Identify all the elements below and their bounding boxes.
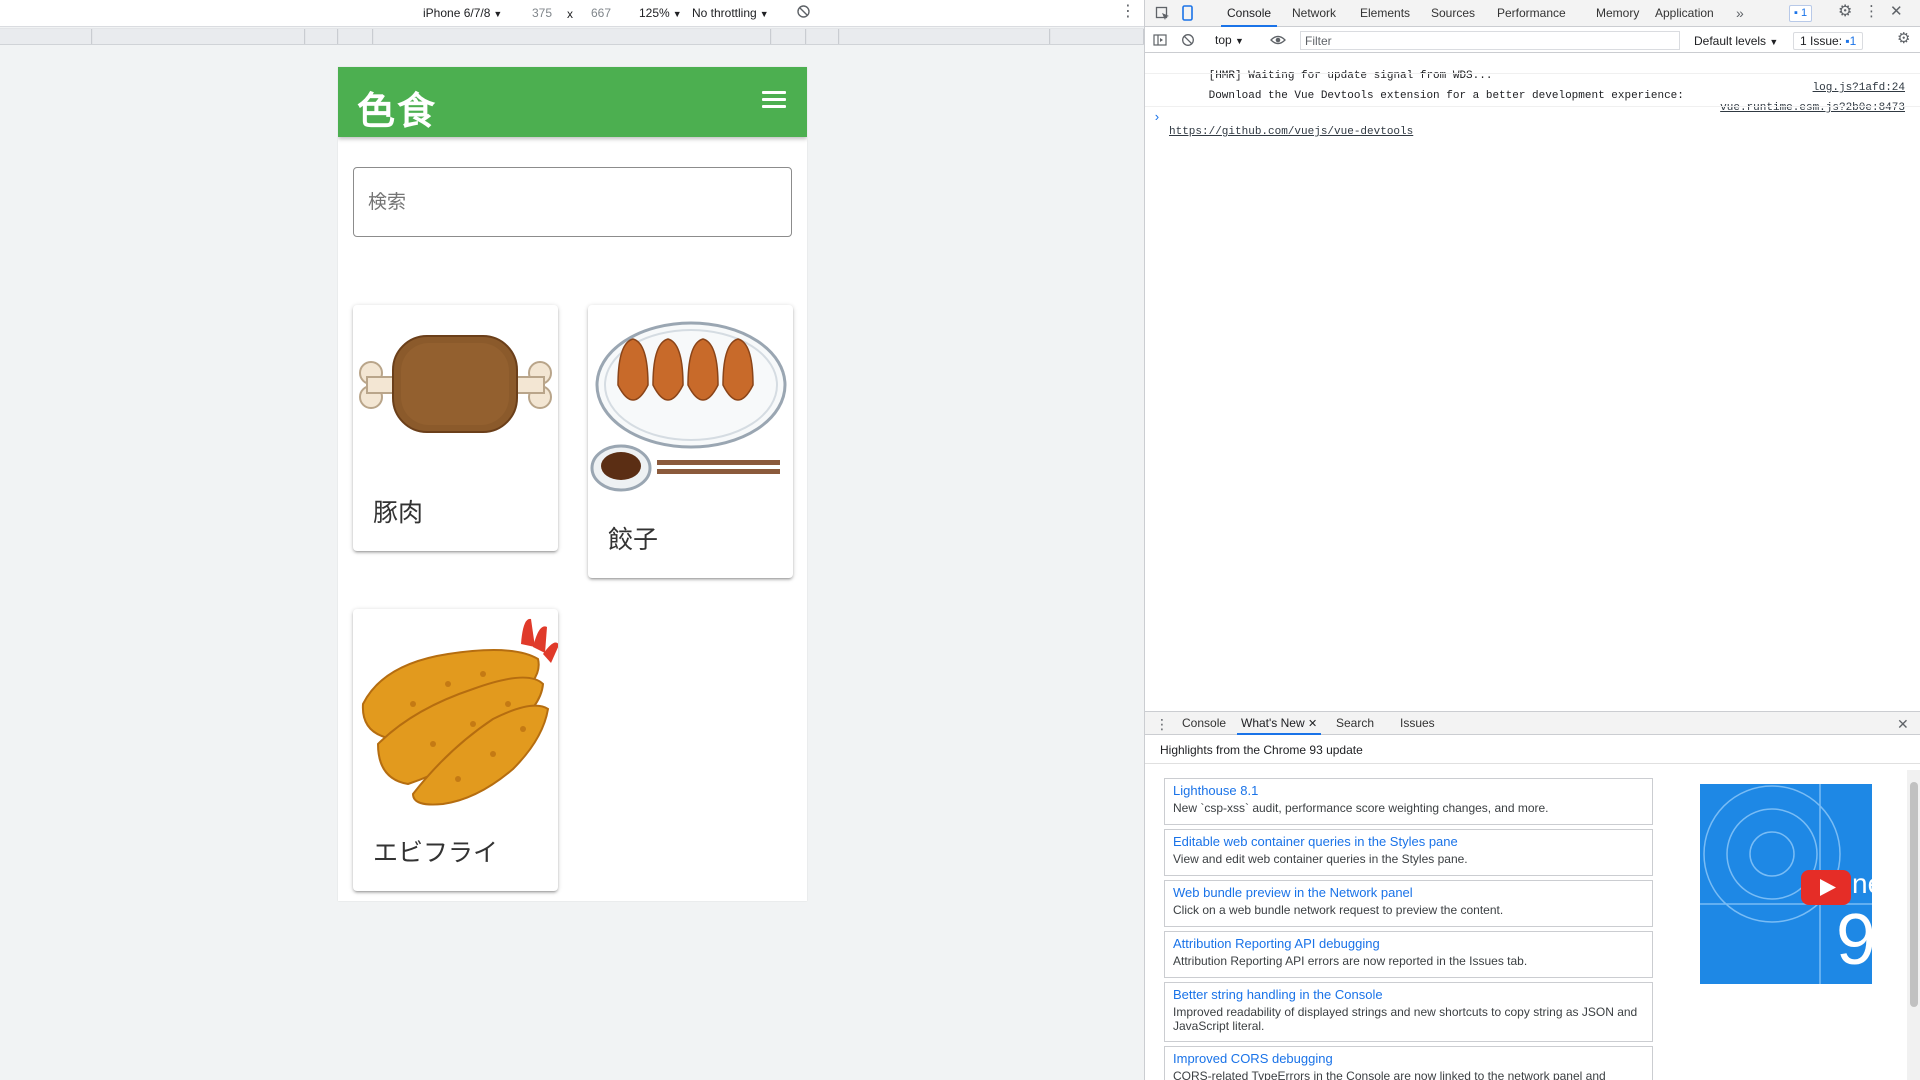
- zoom-select[interactable]: 125% ▼: [639, 6, 682, 20]
- whats-new-desc: Improved readability of displayed string…: [1173, 1005, 1638, 1033]
- console-prompt[interactable]: ›: [1153, 110, 1161, 125]
- search-input[interactable]: [353, 167, 792, 237]
- food-card-gyoza[interactable]: 餃子: [588, 305, 793, 578]
- hamburger-menu-icon[interactable]: [762, 91, 786, 111]
- console-source-link[interactable]: vue.runtime.esm.js?2b0e:8473: [1720, 102, 1905, 114]
- console-settings-gear-icon[interactable]: ⚙: [1897, 31, 1910, 46]
- whats-new-item[interactable]: Attribution Reporting API debugging Attr…: [1164, 931, 1653, 978]
- app-bar: 色食: [338, 67, 807, 137]
- food-card-pork[interactable]: 豚肉: [353, 305, 558, 551]
- whats-new-desc: New `csp-xss` audit, performance score w…: [1173, 801, 1549, 815]
- console-output: [HMR] Waiting for update signal from WDS…: [1145, 54, 1920, 709]
- console-toolbar: top ▼ Default levels ▼ 1 Issue: ▪1 ⚙: [1145, 28, 1920, 53]
- whats-new-title[interactable]: Web bundle preview in the Network panel: [1173, 885, 1644, 901]
- drawer-tab-bar: ⋮ Console What's New ✕ Search Issues ✕: [1145, 711, 1920, 735]
- devtools-panel: Console Network Elements Sources Perform…: [1144, 0, 1920, 1080]
- food-card-shrimp[interactable]: エビフライ: [353, 609, 558, 891]
- food-name: エビフライ: [373, 838, 499, 867]
- whats-new-title[interactable]: Lighthouse 8.1: [1173, 783, 1644, 799]
- message-icon: ▪: [1794, 7, 1798, 19]
- more-options-icon[interactable]: ⋮: [1120, 4, 1136, 20]
- whats-new-desc: CORS-related TypeErrors in the Console a…: [1173, 1069, 1606, 1080]
- device-toggle-icon[interactable]: [1180, 5, 1195, 23]
- tab-performance[interactable]: Performance: [1497, 0, 1566, 27]
- log-levels-select[interactable]: Default levels ▼: [1694, 34, 1778, 48]
- height-input[interactable]: 667: [581, 4, 621, 22]
- tab-memory[interactable]: Memory: [1596, 0, 1639, 27]
- close-tab-icon[interactable]: ✕: [1308, 718, 1317, 730]
- whats-new-desc: Click on a web bundle network request to…: [1173, 903, 1504, 917]
- dropdown-arrow-icon: ▼: [1769, 37, 1779, 47]
- scrollbar-thumb[interactable]: [1910, 782, 1918, 1007]
- app-title: 色食: [357, 91, 438, 133]
- issues-button[interactable]: 1 Issue: ▪1: [1793, 32, 1864, 50]
- dropdown-arrow-icon: ▼: [759, 9, 769, 19]
- whats-new-scrollbar[interactable]: [1907, 770, 1920, 1080]
- food-name: 餃子: [608, 525, 659, 554]
- customize-menu-icon[interactable]: ⋮: [1864, 4, 1879, 19]
- console-filter-input[interactable]: [1300, 31, 1680, 50]
- tab-sources[interactable]: Sources: [1431, 0, 1475, 27]
- drawer-tab-search[interactable]: Search: [1336, 712, 1374, 735]
- whats-new-title[interactable]: Better string handling in the Console: [1173, 987, 1644, 1003]
- times-sign: x: [567, 7, 573, 21]
- drawer-tab-console[interactable]: Console: [1182, 712, 1226, 735]
- food-name: 豚肉: [373, 498, 424, 527]
- whats-new-item[interactable]: Editable web container queries in the St…: [1164, 829, 1653, 876]
- fried-shrimp-icon: [361, 618, 558, 806]
- close-drawer-icon[interactable]: ✕: [1897, 717, 1909, 731]
- whats-new-header: Highlights from the Chrome 93 update: [1145, 736, 1920, 764]
- messages-badge[interactable]: ▪ 1: [1789, 5, 1813, 22]
- whats-new-title[interactable]: Editable web container queries in the St…: [1173, 834, 1644, 850]
- dropdown-arrow-icon: ▼: [1235, 36, 1244, 46]
- vue-devtools-link[interactable]: https://github.com/vuejs/vue-devtools: [1169, 126, 1413, 138]
- drawer-tab-whats-new[interactable]: What's New ✕: [1237, 712, 1322, 735]
- dropdown-arrow-icon: ▼: [672, 9, 682, 19]
- tab-application[interactable]: Application: [1655, 0, 1714, 27]
- settings-gear-icon[interactable]: ⚙: [1838, 4, 1852, 20]
- console-message: Download the Vue Devtools extension for …: [1169, 90, 1905, 138]
- whats-new-item[interactable]: Improved CORS debugging CORS-related Typ…: [1164, 1046, 1653, 1080]
- devtools-tab-bar: Console Network Elements Sources Perform…: [1145, 0, 1920, 27]
- whats-new-title[interactable]: Attribution Reporting API debugging: [1173, 936, 1644, 952]
- throttling-select[interactable]: No throttling ▼: [692, 6, 769, 20]
- pork-meat-icon: [359, 335, 552, 433]
- phone-viewport: 色食 豚肉: [338, 67, 807, 901]
- chrome-93-video-thumbnail[interactable]: ne 93: [1700, 784, 1872, 984]
- sidebar-toggle-icon[interactable]: [1153, 33, 1167, 49]
- close-devtools-icon[interactable]: ✕: [1890, 4, 1903, 19]
- more-tabs-icon[interactable]: »: [1736, 0, 1744, 27]
- drawer-menu-icon[interactable]: ⋮: [1155, 717, 1169, 731]
- tab-elements[interactable]: Elements: [1360, 0, 1410, 27]
- device-toolbar: iPhone 6/7/8 ▼ 375 x 667 125% ▼ No throttl…: [0, 0, 1144, 27]
- whats-new-item[interactable]: Better string handling in the Console Im…: [1164, 982, 1653, 1042]
- dropdown-arrow-icon: ▼: [493, 9, 503, 19]
- whats-new-item[interactable]: Web bundle preview in the Network panel …: [1164, 880, 1653, 927]
- whats-new-desc: View and edit web container queries in t…: [1173, 852, 1468, 866]
- drawer-tab-issues[interactable]: Issues: [1400, 712, 1435, 735]
- whats-new-title[interactable]: Improved CORS debugging: [1173, 1051, 1644, 1067]
- device-emulation-area: iPhone 6/7/8 ▼ 375 x 667 125% ▼ No throttl…: [0, 0, 1144, 1080]
- media-query-bar[interactable]: [0, 28, 1144, 45]
- rotate-icon[interactable]: [796, 4, 811, 22]
- whats-new-desc: Attribution Reporting API errors are now…: [1173, 954, 1528, 968]
- video-number: 93: [1836, 900, 1872, 980]
- tab-console[interactable]: Console: [1221, 0, 1278, 27]
- context-select[interactable]: top ▼: [1215, 33, 1244, 47]
- whats-new-item[interactable]: Lighthouse 8.1 New `csp-xss` audit, perf…: [1164, 778, 1653, 825]
- video-text: ne: [1852, 868, 1872, 899]
- width-input[interactable]: 375: [522, 4, 562, 22]
- live-expression-eye-icon[interactable]: [1270, 33, 1286, 49]
- device-select[interactable]: iPhone 6/7/8 ▼: [423, 6, 502, 20]
- gyoza-plate-icon: [590, 321, 787, 492]
- tab-network[interactable]: Network: [1292, 0, 1336, 27]
- clear-console-icon[interactable]: [1181, 33, 1195, 49]
- inspect-element-icon[interactable]: [1155, 6, 1170, 23]
